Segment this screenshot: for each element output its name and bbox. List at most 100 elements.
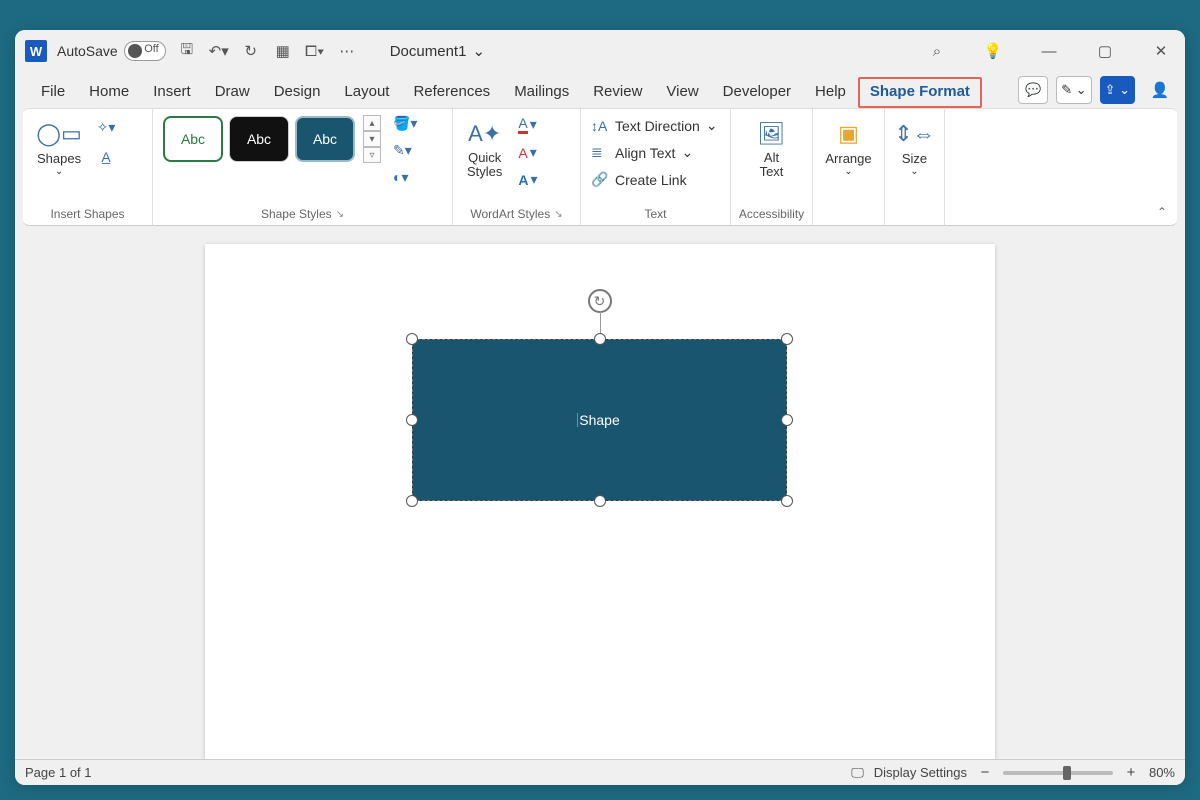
link-icon: 🔗 [591, 171, 609, 188]
ribbon-tabs: File Home Insert Draw Design Layout Refe… [15, 72, 1185, 108]
word-app-icon: W [25, 40, 47, 62]
zoom-in-button[interactable]: + [1123, 764, 1139, 781]
resize-handle-tl[interactable] [406, 333, 418, 345]
status-bar: Page 1 of 1 🖵 Display Settings − + 80% [15, 759, 1185, 785]
text-direction-button[interactable]: ↕AText Direction ⌄ [591, 115, 718, 136]
autosave-toggle[interactable]: AutoSave Off [57, 41, 166, 61]
shape-effects-button[interactable]: ◐▾ [393, 169, 417, 186]
tab-design[interactable]: Design [262, 77, 333, 108]
shape-style-gallery[interactable]: Abc Abc Abc ▴ ▾ ▿ [163, 115, 381, 163]
editing-mode-button[interactable]: ✎ ⌄ [1056, 76, 1091, 104]
resize-handle-l[interactable] [406, 414, 418, 426]
resize-handle-tr[interactable] [781, 333, 793, 345]
gallery-scroll-up[interactable]: ▴ [363, 115, 381, 131]
wordart-launcher[interactable]: ↘ [554, 209, 562, 220]
gallery-more[interactable]: ▿ [363, 147, 381, 163]
tab-draw[interactable]: Draw [203, 77, 262, 108]
tab-file[interactable]: File [29, 77, 77, 108]
style-swatch-2[interactable]: Abc [229, 116, 289, 162]
zoom-slider[interactable] [1003, 771, 1113, 775]
selection-outline [412, 339, 787, 501]
arrange-icon: ▣ [832, 117, 866, 151]
lightbulb-icon[interactable]: 💡 [979, 37, 1007, 65]
style-swatch-1[interactable]: Abc [163, 116, 223, 162]
size-icon: ⇕⇔ [898, 117, 932, 151]
chevron-down-icon: ⌄ [55, 166, 63, 177]
style-swatch-3[interactable]: Abc [295, 116, 355, 162]
size-button[interactable]: ⇕⇔ Size ⌄ [894, 115, 936, 179]
resize-handle-bl[interactable] [406, 495, 418, 507]
tab-review[interactable]: Review [581, 77, 654, 108]
app-window: W AutoSave Off 🖫 ↶▾ ↻ ▦ ⧠▾ ⋯ Document1 ⌄… [15, 30, 1185, 785]
save-icon[interactable]: 🖫 [176, 40, 198, 62]
group-shape-styles: Abc Abc Abc ▴ ▾ ▿ 🪣▾ ✎▾ ◐▾ Shape Styles … [153, 109, 453, 225]
toggle-switch[interactable]: Off [124, 41, 166, 61]
align-text-button[interactable]: ≣Align Text ⌄ [591, 142, 693, 163]
tab-layout[interactable]: Layout [332, 77, 401, 108]
zoom-out-button[interactable]: − [977, 764, 993, 781]
search-icon[interactable]: ⌕ [923, 37, 951, 65]
group-size: ⇕⇔ Size ⌄ [885, 109, 945, 225]
resize-handle-t[interactable] [594, 333, 606, 345]
alt-text-icon: 🖼 [755, 117, 789, 151]
quick-styles-icon: A✦ [468, 117, 502, 151]
group-arrange: ▣ Arrange ⌄ [813, 109, 885, 225]
zoom-thumb[interactable] [1063, 766, 1071, 780]
group-label-shape-styles: Shape Styles [261, 207, 332, 221]
display-settings-button[interactable]: Display Settings [874, 765, 967, 780]
ribbon: ◯▭ Shapes ⌄ ✧▾ A̲ Insert Shapes Abc Abc … [23, 108, 1177, 226]
tab-mailings[interactable]: Mailings [502, 77, 581, 108]
shapes-gallery-button[interactable]: ◯▭ Shapes ⌄ [33, 115, 85, 179]
selected-shape[interactable]: ↻ Shape [412, 339, 787, 501]
tab-view[interactable]: View [654, 77, 710, 108]
qat-icon-1[interactable]: ▦ [272, 40, 294, 62]
text-box-button[interactable]: A̲ [91, 145, 121, 169]
shape-styles-launcher[interactable]: ↘ [336, 209, 344, 220]
arrange-button[interactable]: ▣ Arrange ⌄ [821, 115, 875, 179]
shape-fill-button[interactable]: 🪣▾ [393, 115, 417, 132]
text-fill-button[interactable]: A▾ [518, 115, 537, 134]
tab-home[interactable]: Home [77, 77, 141, 108]
toggle-knob [128, 44, 142, 58]
group-label-text: Text [591, 207, 720, 225]
resize-handle-b[interactable] [594, 495, 606, 507]
gallery-scroll-down[interactable]: ▾ [363, 131, 381, 147]
share-button[interactable]: ⇪ ⌄ [1100, 76, 1135, 104]
resize-handle-br[interactable] [781, 495, 793, 507]
redo-icon[interactable]: ↻ [240, 40, 262, 62]
tab-references[interactable]: References [401, 77, 502, 108]
shapes-icon: ◯▭ [42, 117, 76, 151]
text-outline-button[interactable]: A▾ [518, 144, 537, 161]
group-label-wordart: WordArt Styles [470, 207, 550, 221]
resize-handle-r[interactable] [781, 414, 793, 426]
tab-shape-format[interactable]: Shape Format [858, 77, 982, 108]
group-label-insert-shapes: Insert Shapes [33, 207, 142, 225]
undo-icon[interactable]: ↶▾ [208, 40, 230, 62]
tab-developer[interactable]: Developer [711, 77, 803, 108]
group-accessibility: 🖼 Alt Text Accessibility [731, 109, 813, 225]
comments-button[interactable]: 💬 [1018, 76, 1048, 104]
maximize-button[interactable]: ▢ [1091, 37, 1119, 65]
edit-shape-button[interactable]: ✧▾ [91, 115, 121, 139]
shape-outline-button[interactable]: ✎▾ [393, 142, 417, 159]
document-page[interactable]: ↻ Shape [205, 244, 995, 759]
rotation-handle[interactable]: ↻ [588, 289, 612, 313]
document-title[interactable]: Document1 ⌄ [390, 42, 485, 60]
chevron-down-icon: ⌄ [910, 166, 918, 177]
account-icon[interactable]: 👤 [1149, 79, 1171, 101]
close-button[interactable]: ✕ [1147, 37, 1175, 65]
qat-icon-2[interactable]: ⧠▾ [304, 40, 326, 62]
collapse-ribbon-button[interactable]: ⌃ [1157, 205, 1167, 219]
zoom-percent[interactable]: 80% [1149, 765, 1175, 780]
text-effects-button[interactable]: A▾ [518, 171, 537, 188]
minimize-button[interactable]: — [1035, 37, 1063, 65]
qat-more-icon[interactable]: ⋯ [336, 40, 358, 62]
page-indicator[interactable]: Page 1 of 1 [25, 765, 92, 780]
quick-styles-button[interactable]: A✦ Quick Styles [463, 115, 506, 182]
tab-insert[interactable]: Insert [141, 77, 203, 108]
tab-help[interactable]: Help [803, 77, 858, 108]
create-link-button[interactable]: 🔗Create Link [591, 169, 687, 190]
alt-text-button[interactable]: 🖼 Alt Text [751, 115, 793, 182]
document-area[interactable]: ↻ Shape [15, 226, 1185, 759]
display-settings-icon[interactable]: 🖵 [851, 765, 864, 781]
